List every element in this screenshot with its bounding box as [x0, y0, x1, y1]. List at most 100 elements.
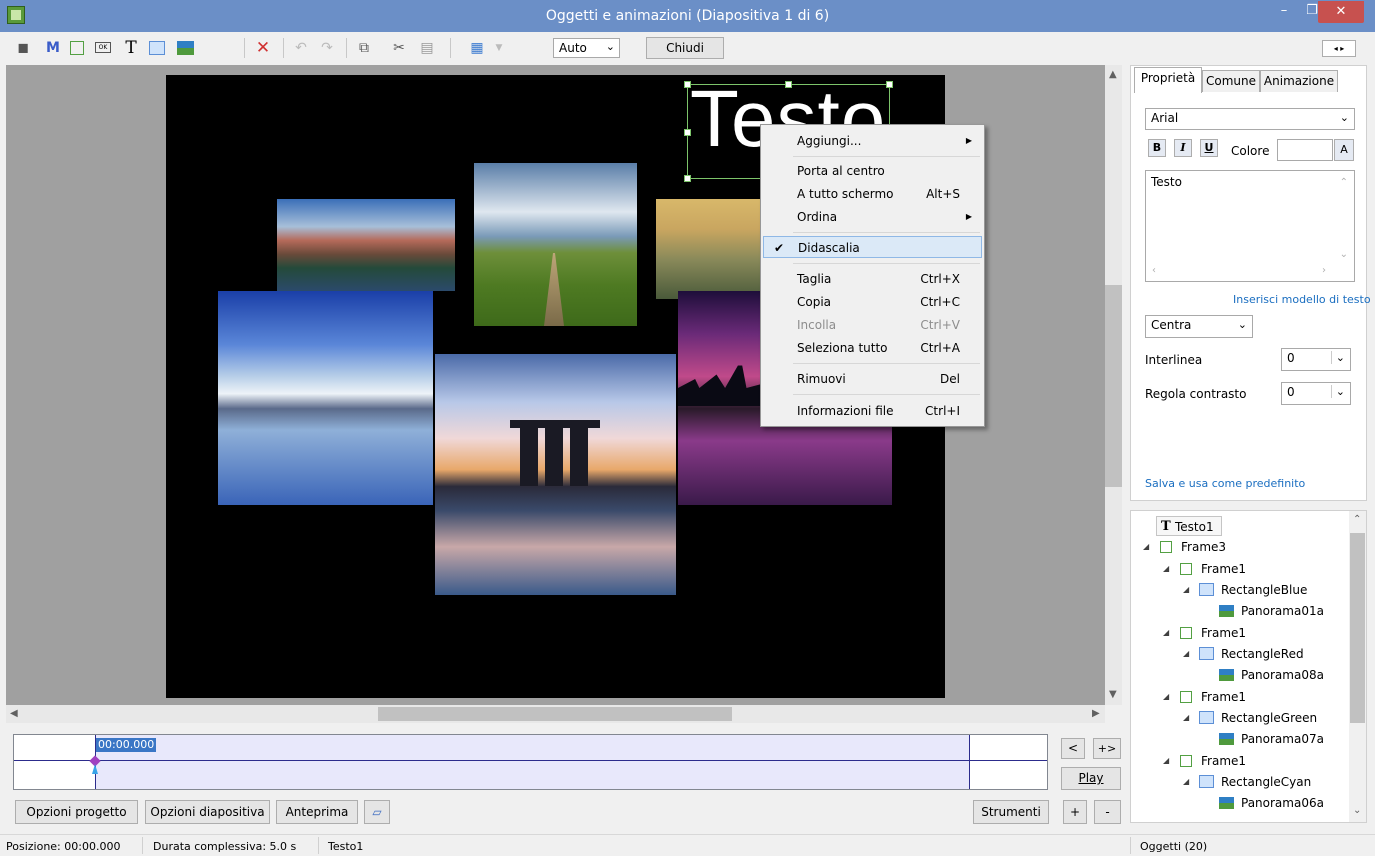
expand-arrow-icon[interactable]: ◢	[1143, 537, 1149, 557]
menu-item-file-info[interactable]: Informazioni file Ctrl+I	[763, 400, 982, 422]
scrollbar-thumb[interactable]	[1350, 533, 1365, 723]
expand-arrow-icon[interactable]: ◢	[1183, 708, 1189, 728]
line-spacing-select[interactable]: 0 ⌄	[1281, 348, 1351, 371]
play-button[interactable]: Play	[1061, 767, 1121, 790]
menu-item-remove[interactable]: Rimuovi Del	[763, 368, 982, 390]
photo-hills[interactable]	[656, 199, 766, 299]
tools-button[interactable]: Strumenti	[973, 800, 1049, 824]
image-icon[interactable]	[176, 40, 194, 56]
add-button[interactable]: +	[1063, 800, 1087, 824]
close-window-button[interactable]: ✕	[1318, 1, 1364, 23]
italic-button[interactable]: I	[1174, 139, 1192, 157]
timeline[interactable]: 00:00.000	[13, 734, 1048, 790]
photo-snowy-lake[interactable]	[218, 291, 433, 505]
undo-icon[interactable]: ↶	[292, 40, 310, 56]
remove-button[interactable]: -	[1094, 800, 1121, 824]
menu-item-center[interactable]: Porta al centro	[763, 160, 982, 182]
canvas-horizontal-scrollbar[interactable]: ◀ ▶	[6, 705, 1105, 723]
expand-arrow-icon[interactable]: ◢	[1163, 751, 1169, 771]
button-icon[interactable]: OK	[94, 40, 112, 56]
grid-dropdown-icon[interactable]: ▼	[490, 40, 508, 56]
status-selected: Testo1	[328, 840, 364, 853]
scroll-left-icon[interactable]: ‹	[1152, 265, 1156, 276]
photo-marina-bay[interactable]	[435, 354, 676, 595]
photo-mountains[interactable]	[277, 199, 455, 291]
scroll-down-icon[interactable]: ▼	[1109, 689, 1117, 700]
scroll-up-icon[interactable]: ⌃	[1340, 177, 1348, 188]
color-picker-button[interactable]: A	[1334, 139, 1354, 161]
canvas-vertical-scrollbar[interactable]: ▲ ▼	[1105, 65, 1122, 705]
scroll-up-icon[interactable]: ⌃	[1353, 514, 1361, 525]
font-select[interactable]: Arial ⌄	[1145, 108, 1355, 130]
tree-vertical-scrollbar[interactable]: ⌃ ⌄	[1349, 511, 1366, 822]
slide-options-button[interactable]: Opzioni diapositiva	[145, 800, 270, 824]
scrollbar-thumb[interactable]	[378, 707, 732, 721]
menu-item-caption[interactable]: ✔ Didascalia	[763, 236, 982, 258]
resize-handle[interactable]	[785, 81, 792, 88]
bold-button[interactable]: B	[1148, 139, 1166, 157]
project-options-button[interactable]: Opzioni progetto	[15, 800, 138, 824]
duplicate-icon[interactable]: ⧉	[355, 40, 373, 56]
tree-item-testo1[interactable]: T Testo1	[1156, 516, 1222, 536]
scrollbar-thumb[interactable]	[1105, 285, 1122, 487]
expand-arrow-icon[interactable]: ◢	[1163, 687, 1169, 707]
expand-arrow-icon[interactable]: ◢	[1183, 772, 1189, 792]
screen-icon[interactable]: ▱	[364, 800, 390, 824]
tab-properties[interactable]: Proprietà	[1134, 67, 1202, 93]
menu-item-fullscreen[interactable]: A tutto schermo Alt+S	[763, 183, 982, 205]
save-as-default-link[interactable]: Salva e usa come predefinito	[1145, 477, 1305, 490]
minimize-button[interactable]: –	[1270, 0, 1298, 24]
contrast-select[interactable]: 0 ⌄	[1281, 382, 1351, 405]
tab-common[interactable]: Comune	[1202, 70, 1260, 92]
delete-icon[interactable]: ✕	[254, 40, 272, 57]
text-icon: T	[1161, 519, 1171, 534]
expand-arrow-icon[interactable]: ◢	[1183, 580, 1189, 600]
preview-button[interactable]: Anteprima	[276, 800, 358, 824]
menu-item-order[interactable]: Ordina ▶	[763, 206, 982, 228]
paste-icon[interactable]: ▤	[418, 40, 436, 56]
resize-handle[interactable]	[684, 81, 691, 88]
zoom-select[interactable]: Auto ⌄	[553, 38, 620, 58]
resize-handle[interactable]	[684, 175, 691, 182]
app-icon[interactable]	[7, 6, 25, 24]
menu-item-cut[interactable]: Taglia Ctrl+X	[763, 268, 982, 290]
text-content-field[interactable]: Testo ⌃ ⌄ ‹ ›	[1145, 170, 1355, 282]
menu-item-select-all[interactable]: Seleziona tutto Ctrl+A	[763, 337, 982, 359]
chevron-down-icon: ⌄	[605, 40, 615, 53]
tree-item-label: Frame1	[1201, 562, 1247, 576]
rectangle-icon[interactable]	[148, 40, 166, 56]
scroll-down-icon[interactable]: ⌄	[1353, 805, 1361, 816]
expand-arrow-icon[interactable]: ◢	[1163, 559, 1169, 579]
close-button[interactable]: Chiudi	[646, 37, 724, 59]
tab-animation[interactable]: Animazione	[1260, 70, 1338, 92]
mask-icon[interactable]: M	[44, 40, 62, 56]
underline-button[interactable]: U	[1200, 139, 1218, 157]
expand-arrow-icon[interactable]: ◢	[1163, 623, 1169, 643]
frame-icon[interactable]	[68, 40, 86, 56]
next-keyframe-button[interactable]: +>	[1093, 738, 1121, 759]
prev-keyframe-button[interactable]: <	[1061, 738, 1085, 759]
cut-icon[interactable]: ✂	[390, 40, 408, 56]
text-icon[interactable]: T	[122, 40, 140, 57]
scroll-right-icon[interactable]: ▶	[1092, 708, 1100, 719]
camera-icon[interactable]: ◼	[14, 40, 32, 56]
scroll-left-icon[interactable]: ◀	[10, 708, 18, 719]
tree-item-label: Testo1	[1175, 520, 1214, 534]
grid-icon[interactable]: ▦	[468, 40, 486, 56]
font-value: Arial	[1151, 111, 1179, 125]
menu-item-add[interactable]: Aggiungi... ▶	[763, 130, 982, 152]
photo-road[interactable]	[474, 163, 637, 326]
resize-handle[interactable]	[886, 81, 893, 88]
panel-nav-arrows[interactable]: ◂ ▸	[1322, 40, 1356, 57]
menu-item-copy[interactable]: Copia Ctrl+C	[763, 291, 982, 313]
status-separator	[318, 837, 319, 854]
scroll-down-icon[interactable]: ⌄	[1340, 249, 1348, 260]
scroll-up-icon[interactable]: ▲	[1109, 69, 1117, 80]
scroll-right-icon[interactable]: ›	[1322, 265, 1326, 276]
insert-text-template-link[interactable]: Inserisci modello di testo	[1233, 293, 1371, 306]
alignment-select[interactable]: Centra ⌄	[1145, 315, 1253, 338]
resize-handle[interactable]	[684, 129, 691, 136]
color-field[interactable]	[1277, 139, 1333, 161]
redo-icon[interactable]: ↷	[318, 40, 336, 56]
expand-arrow-icon[interactable]: ◢	[1183, 644, 1189, 664]
